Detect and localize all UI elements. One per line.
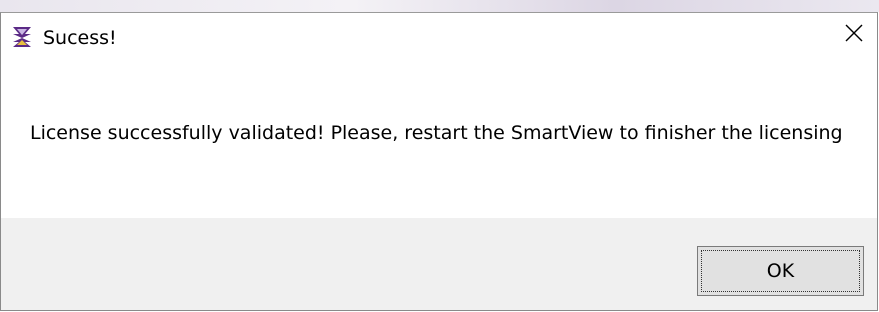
dialog-message: License successfully validated! Please, … [30,122,843,144]
close-icon [845,24,863,46]
close-button[interactable] [831,13,877,57]
background-window-strip [0,0,879,12]
dialog-content: License successfully validated! Please, … [1,68,877,218]
smartview-logo-icon [11,26,33,48]
dialog-titlebar[interactable]: Sucess! [1,13,877,68]
dialog-title: Sucess! [43,27,117,49]
success-dialog: Sucess! License successfully validated! … [0,12,878,311]
dialog-footer: OK [1,218,877,310]
ok-button[interactable]: OK [697,246,864,296]
